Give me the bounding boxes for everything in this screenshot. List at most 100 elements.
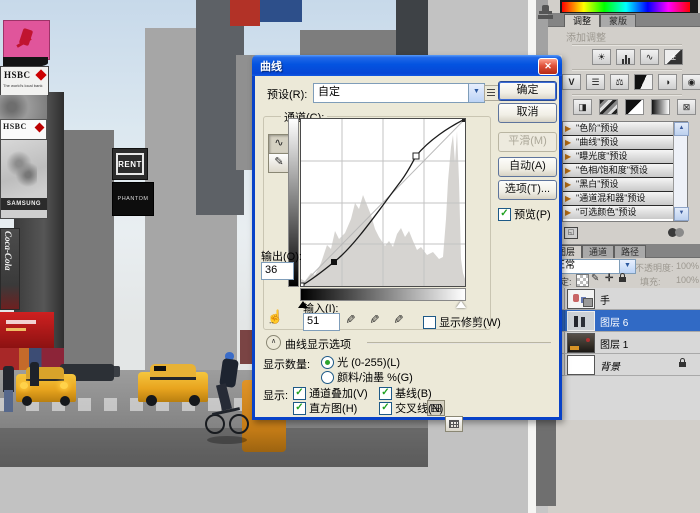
checkbox-check-icon[interactable]: ✓ <box>379 402 392 415</box>
tab-adjustments[interactable]: 调整 <box>564 14 600 27</box>
baseline-checkbox[interactable]: ✓ 基线(B) <box>379 385 432 401</box>
tab-channels[interactable]: 通道 <box>582 245 614 258</box>
curve-pencil-tool[interactable]: ✎ <box>268 154 290 173</box>
photo-filter-icon[interactable]: ◑ <box>658 74 677 90</box>
checkbox-check-icon[interactable]: ✓ <box>293 387 306 400</box>
chevron-down-icon[interactable]: ▼ <box>619 260 635 273</box>
channel-mixer-icon[interactable]: ◉ <box>682 74 700 90</box>
expand-arrow-icon[interactable]: ▶ <box>565 206 571 219</box>
output-field[interactable]: 36 <box>261 262 294 280</box>
brightness-contrast-icon[interactable]: ☀ <box>592 49 611 65</box>
taxi-left-wheel <box>22 396 32 406</box>
curve-grid[interactable] <box>300 118 466 287</box>
scroll-down-icon[interactable]: ▼ <box>674 207 689 221</box>
expand-arrow-icon[interactable]: ▶ <box>565 150 571 163</box>
ok-button[interactable]: 确定 <box>498 81 557 101</box>
layer-row-background[interactable]: 背景 <box>548 354 700 376</box>
phantom-text: PHANTOM <box>118 196 149 202</box>
samsung-billboard: SAMSUNG <box>0 139 48 219</box>
preset-row-exposure[interactable]: ▶"曝光度"预设 <box>563 150 687 164</box>
checkbox-empty-icon[interactable]: ✓ <box>423 316 436 329</box>
preview-checkbox[interactable]: ✓ 预览(P) <box>498 206 551 222</box>
blend-mode-select[interactable]: 正常▼ <box>550 259 636 274</box>
clone-stamp-dock-icon[interactable] <box>538 3 554 21</box>
hue-saturation-icon[interactable]: ☰ <box>586 74 605 90</box>
expand-arrow-icon[interactable]: ▶ <box>565 192 571 205</box>
close-icon[interactable]: ✕ <box>538 58 558 75</box>
pigment-radio[interactable]: 颜料/油墨 %(G) <box>321 369 413 385</box>
layer-name[interactable]: 手 <box>600 292 610 307</box>
radio-selected-icon[interactable] <box>321 356 334 369</box>
vibrance-icon[interactable]: V <box>562 74 581 90</box>
threshold-icon[interactable] <box>625 99 644 115</box>
opacity-value[interactable]: 100% <box>676 261 699 271</box>
expand-arrow-icon[interactable]: ▶ <box>565 178 571 191</box>
input-field[interactable]: 51 <box>303 313 340 331</box>
checkbox-check-icon[interactable]: ✓ <box>379 387 392 400</box>
black-white-icon[interactable] <box>634 74 653 90</box>
show-clipping-checkbox[interactable]: ✓ 显示修剪(W) <box>423 314 501 330</box>
expand-arrow-icon[interactable]: ▶ <box>565 122 571 135</box>
presets-scrollbar[interactable]: ▲ ▼ <box>673 122 687 221</box>
layer-thumbnail[interactable] <box>567 355 595 375</box>
layer-row-layer1[interactable]: 图层 1 <box>548 332 700 354</box>
radio-icon[interactable] <box>321 371 334 384</box>
fill-value[interactable]: 100% <box>676 275 699 285</box>
dialog-titlebar[interactable]: 曲线 ✕ <box>252 55 562 76</box>
black-point-eyedropper-icon[interactable]: ✎ <box>343 314 357 324</box>
layer-row-hand[interactable]: 手 <box>548 288 700 310</box>
tab-masks[interactable]: 蒙版 <box>600 14 636 27</box>
layer-thumbnail[interactable] <box>567 311 595 331</box>
expand-arrow-icon[interactable]: ▶ <box>565 136 571 149</box>
channel-overlay-checkbox[interactable]: ✓ 通道叠加(V) <box>293 385 368 401</box>
curves-icon[interactable]: ∿ <box>640 49 659 65</box>
layer-name[interactable]: 背景 <box>600 358 620 373</box>
layer-row-layer6-selected[interactable]: 图层 6 <box>548 310 700 332</box>
preset-row-channel-mixer[interactable]: ▶"通道混和器"预设 <box>563 192 687 206</box>
gradient-map-icon[interactable] <box>651 99 670 115</box>
preset-select[interactable]: 自定▼ <box>313 83 485 103</box>
expanded-view-icon[interactable]: ◱ <box>564 227 578 239</box>
layer-thumbnail[interactable] <box>567 289 595 309</box>
gray-point-eyedropper-icon[interactable]: ✎ <box>367 314 381 324</box>
levels-icon[interactable] <box>616 49 635 65</box>
lock-paint-icon[interactable]: ✎ <box>591 273 599 284</box>
color-spectrum-bar[interactable] <box>560 0 698 14</box>
lock-move-icon[interactable]: ✛ <box>605 273 613 284</box>
lock-all-icon[interactable] <box>619 277 626 282</box>
selective-color-icon[interactable]: ⊠ <box>677 99 696 115</box>
color-balance-icon[interactable]: ⚖ <box>610 74 629 90</box>
posterize-icon[interactable] <box>599 99 618 115</box>
checkbox-check-icon[interactable]: ✓ <box>498 208 511 221</box>
show-clipping-label: 显示修剪(W) <box>439 317 501 329</box>
invert-icon[interactable]: ◨ <box>573 99 592 115</box>
scroll-up-icon[interactable]: ▲ <box>674 122 689 136</box>
layer-thumbnail[interactable] <box>567 333 595 353</box>
highlight-slider[interactable] <box>456 301 466 308</box>
white-point-eyedropper-icon[interactable]: ✎ <box>391 314 405 324</box>
layer-name[interactable]: 图层 6 <box>600 314 628 329</box>
cancel-button[interactable]: 取消 <box>498 103 557 123</box>
preset-row-hue-saturation[interactable]: ▶"色相/饱和度"预设 <box>563 164 687 178</box>
on-image-adjust-tool[interactable]: ☝↔ <box>267 309 285 329</box>
curve-point-tool[interactable]: ∿ <box>268 134 290 154</box>
histogram-checkbox[interactable]: ✓ 直方图(H) <box>293 400 357 416</box>
tab-paths[interactable]: 路径 <box>614 245 646 258</box>
detailed-grid-icon[interactable] <box>445 416 463 432</box>
exposure-icon[interactable]: ± <box>664 49 683 65</box>
options-button[interactable]: 选项(T)... <box>498 180 557 200</box>
preset-row-curves[interactable]: ▶"曲线"预设 <box>563 136 687 150</box>
checkbox-check-icon[interactable]: ✓ <box>293 402 306 415</box>
chevron-down-icon[interactable]: ▼ <box>468 84 484 102</box>
intersection-checkbox[interactable]: ✓ 交叉线(N) <box>379 400 443 416</box>
lock-transparency-icon[interactable] <box>576 274 589 287</box>
preset-row-black-white[interactable]: ▶"黑白"预设 <box>563 178 687 192</box>
expand-arrow-icon[interactable]: ▶ <box>565 164 571 177</box>
collapse-section-icon[interactable]: ∧ <box>266 335 281 350</box>
layer-name[interactable]: 图层 1 <box>600 336 628 351</box>
light-radio[interactable]: 光 (0-255)(L) <box>321 354 400 370</box>
preset-row-levels[interactable]: ▶"色阶"预设 <box>563 122 687 136</box>
preset-row-selective-color[interactable]: ▶"可选颜色"预设 <box>563 206 687 219</box>
auto-button[interactable]: 自动(A) <box>498 157 557 177</box>
clip-to-layer-icon[interactable] <box>668 228 686 237</box>
